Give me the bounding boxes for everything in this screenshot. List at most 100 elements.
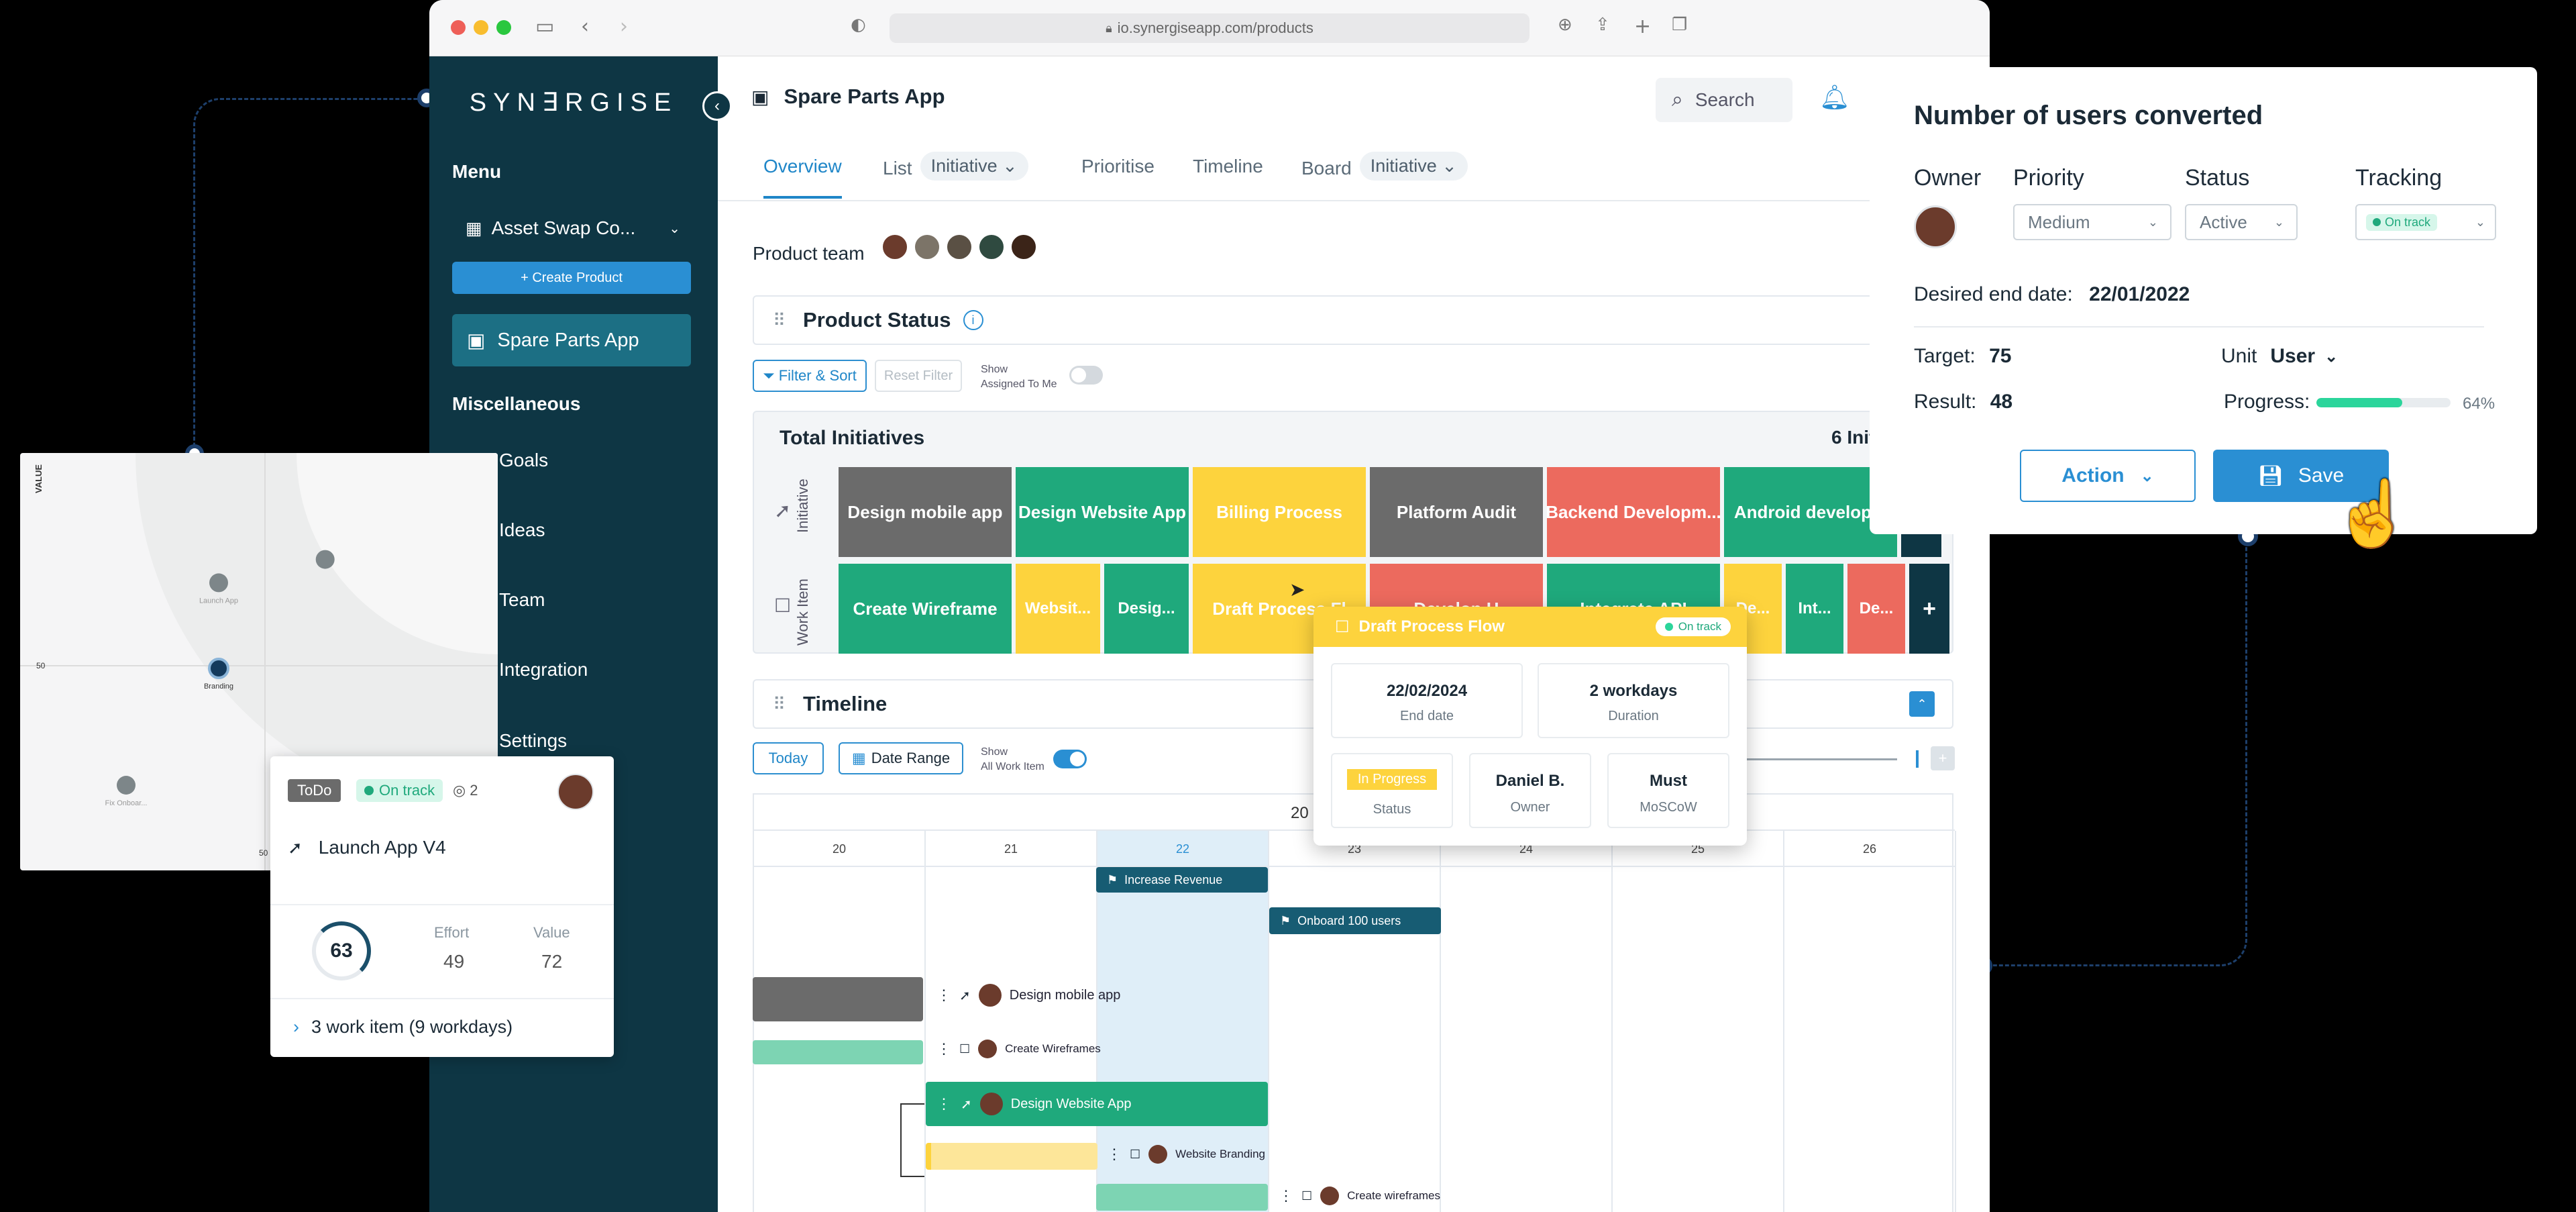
avatar[interactable]: [1010, 234, 1037, 260]
tab-overview[interactable]: Overview: [763, 156, 842, 199]
sidebar-item-settings[interactable]: Settings: [499, 730, 567, 752]
tracking-select[interactable]: On track ⌄: [2355, 204, 2496, 240]
zoom-slider[interactable]: [1746, 758, 1897, 760]
timeline-bar-increase-revenue[interactable]: ⚑ Increase Revenue: [1096, 867, 1268, 893]
timeline-bar-website-branding[interactable]: [926, 1143, 1097, 1170]
timeline-bar-onboard[interactable]: ⚑ Onboard 100 users: [1269, 907, 1441, 934]
today-button[interactable]: Today: [753, 742, 824, 774]
priority-select[interactable]: Medium ⌄: [2013, 204, 2171, 240]
work-item-tile[interactable]: Create Wireframe: [839, 564, 1012, 654]
back-icon[interactable]: ‹: [581, 15, 589, 38]
notification-bell-icon[interactable]: 🔔︎: [1819, 83, 1850, 111]
more-options-icon[interactable]: ⋮: [936, 1095, 951, 1113]
initiative-tile[interactable]: Backend Developm...: [1547, 467, 1720, 557]
row-label: Create Wireframes: [1005, 1042, 1101, 1055]
show-label: Show: [981, 364, 1008, 375]
minimize-window-button[interactable]: [474, 20, 488, 35]
date-range-button[interactable]: ▦ Date Range: [839, 742, 963, 774]
share-icon[interactable]: ⇪: [1595, 15, 1610, 35]
initiative-tile[interactable]: Billing Process: [1193, 467, 1366, 557]
list-type-select[interactable]: Initiative ⌄: [920, 152, 1028, 181]
end-date-label: End date: [1399, 709, 1454, 723]
row-label-initiative: Initiative: [794, 478, 811, 533]
work-item-tile[interactable]: Desig...: [1104, 564, 1189, 654]
timeline-bar-design-website[interactable]: ⋮ ➚ Design Website App: [926, 1082, 1268, 1126]
result-value: 48: [1990, 391, 2013, 413]
more-options-icon[interactable]: ⋮: [936, 1040, 951, 1058]
collapse-sidebar-button[interactable]: ‹: [702, 91, 732, 121]
product-icon: ▣: [751, 86, 769, 107]
initiative-tile[interactable]: Design mobile app: [839, 467, 1012, 557]
more-options-icon[interactable]: ⋮: [936, 987, 951, 1004]
add-work-item-button[interactable]: +: [1909, 564, 1949, 654]
filter-sort-button[interactable]: ⏷ Filter & Sort: [753, 360, 867, 392]
all-work-item-toggle[interactable]: [1053, 750, 1087, 768]
sidebar-item-spare-parts-app[interactable]: ▣ Spare Parts App: [452, 314, 691, 366]
tab-label: Prioritise: [1081, 156, 1155, 176]
work-item-tile[interactable]: Int...: [1786, 564, 1843, 654]
avatar[interactable]: [978, 1040, 998, 1058]
create-product-button[interactable]: + Create Product: [452, 262, 691, 294]
avatar[interactable]: [881, 234, 908, 260]
collapse-timeline-button[interactable]: ⌃: [1909, 691, 1935, 717]
initiative-tile[interactable]: Design Website App: [1016, 467, 1189, 557]
work-item-tile[interactable]: Websit...: [1016, 564, 1100, 654]
tab-list[interactable]: List Initiative ⌄: [883, 152, 1028, 181]
chart-point[interactable]: [315, 550, 335, 569]
initiative-tile[interactable]: Platform Audit: [1370, 467, 1543, 557]
timeline-bar-create-wireframes-2[interactable]: [1096, 1184, 1268, 1211]
reset-filter-button[interactable]: Reset Filter: [875, 360, 962, 392]
timeline-bar-create-wireframes[interactable]: [753, 1040, 923, 1064]
timeline-bar-design-mobile[interactable]: [753, 977, 923, 1021]
avatar[interactable]: [914, 234, 941, 260]
sidebar-item-goals[interactable]: Goals: [499, 450, 548, 471]
board-type-select[interactable]: Initiative ⌄: [1359, 152, 1468, 181]
zoom-in-button[interactable]: +: [1931, 746, 1955, 770]
more-options-icon[interactable]: ⋮: [1279, 1187, 1293, 1205]
chart-point[interactable]: [117, 776, 136, 795]
chart-point[interactable]: [209, 573, 228, 593]
close-window-button[interactable]: [451, 20, 466, 35]
row-create-wireframes: ⋮ ☐ Create Wireframes: [936, 1040, 1101, 1058]
download-icon[interactable]: ⊕: [1558, 15, 1572, 35]
rocket-icon: ➚: [774, 500, 792, 522]
avatar[interactable]: [557, 774, 594, 810]
action-button[interactable]: Action ⌄: [2020, 450, 2196, 502]
unit-select[interactable]: Unit User ⌄: [2221, 345, 2338, 368]
assigned-to-me-toggle[interactable]: [1069, 366, 1103, 385]
tab-timeline[interactable]: Timeline: [1193, 156, 1263, 177]
tab-board[interactable]: Board Initiative ⌄: [1301, 152, 1468, 181]
owner-avatar[interactable]: [1914, 205, 1957, 248]
tabs-overview-icon[interactable]: ❐: [1672, 15, 1687, 35]
avatar[interactable]: [1148, 1145, 1168, 1164]
timeline-day-column: 25: [1613, 831, 1784, 1212]
work-item-tile[interactable]: De...: [1847, 564, 1905, 654]
drag-handle-icon[interactable]: ⠿: [773, 694, 786, 715]
address-bar[interactable]: 🔒︎ io.synergiseapp.com/products: [890, 13, 1529, 43]
maximize-window-button[interactable]: [496, 20, 511, 35]
avatar[interactable]: [946, 234, 973, 260]
avatar[interactable]: [978, 984, 1002, 1007]
drag-handle-icon[interactable]: ⠿: [773, 310, 786, 331]
workspace-selector[interactable]: ▦ Asset Swap Co... ⌄: [452, 208, 694, 248]
initiative-card[interactable]: ToDo On track ◎ 2 ➚ Launch App V4 63 Effo…: [270, 756, 614, 1057]
row-create-wireframes-2: ⋮ ☐ Create wireframes: [1279, 1186, 1440, 1205]
chart-point[interactable]: [208, 658, 229, 679]
more-options-icon[interactable]: ⋮: [1107, 1146, 1122, 1163]
shield-icon[interactable]: ◐: [851, 15, 866, 35]
tab-prioritise[interactable]: Prioritise: [1081, 156, 1155, 177]
sidebar-toggle-icon[interactable]: ▭: [535, 15, 554, 38]
sidebar-item-team[interactable]: Team: [499, 589, 545, 611]
work-items-toggle[interactable]: › 3 work item (9 workdays): [293, 1017, 513, 1038]
search-button[interactable]: ⌕ Search: [1656, 78, 1792, 122]
sidebar-item-integration[interactable]: Integration: [499, 659, 588, 680]
new-tab-icon[interactable]: +: [1634, 15, 1651, 38]
zoom-slider-handle[interactable]: [1916, 750, 1919, 768]
sidebar-item-ideas[interactable]: Ideas: [499, 519, 545, 541]
avatar[interactable]: [1320, 1186, 1340, 1205]
forward-icon[interactable]: ›: [620, 15, 628, 38]
status-select[interactable]: Active ⌄: [2185, 204, 2298, 240]
avatar[interactable]: [978, 234, 1005, 260]
info-icon[interactable]: i: [963, 310, 983, 330]
avatar[interactable]: [979, 1093, 1003, 1115]
